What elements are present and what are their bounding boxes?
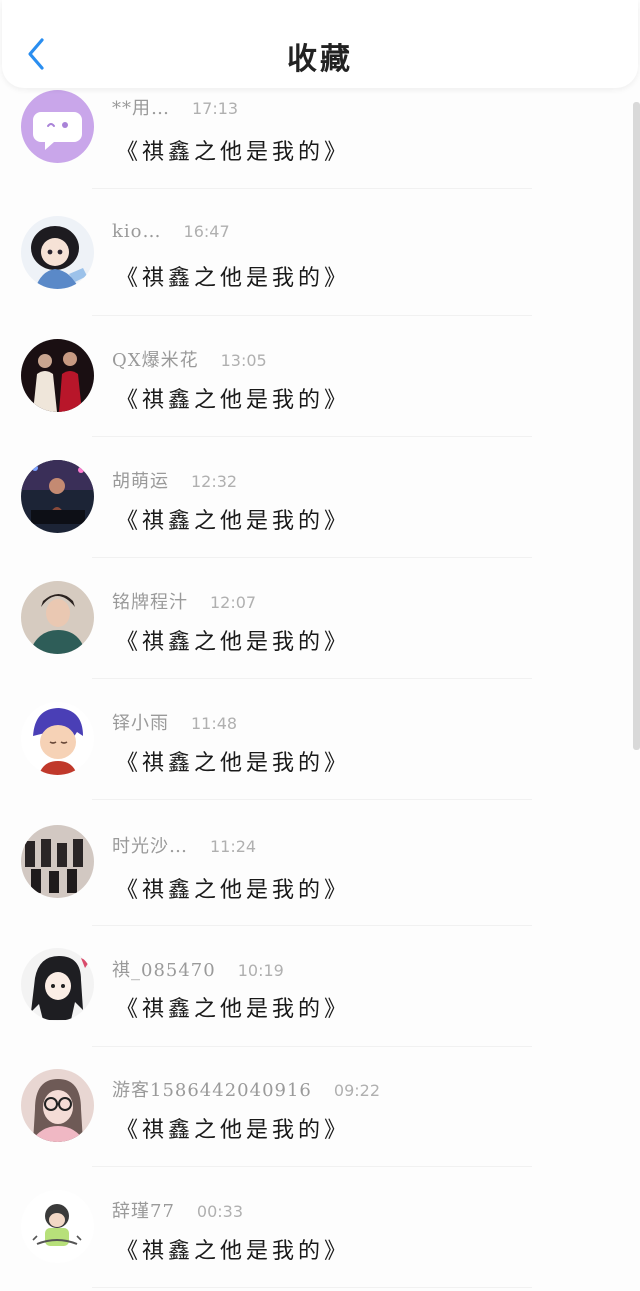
- timestamp: 12:32: [191, 472, 238, 491]
- username[interactable]: 铎小雨: [112, 713, 169, 734]
- cartoon-boy-avatar[interactable]: [21, 702, 94, 775]
- portrait-avatar[interactable]: [21, 581, 94, 654]
- list-item[interactable]: 辞瑾77 00:33 《祺鑫之他是我的》: [0, 1187, 640, 1291]
- list-item[interactable]: 时光沙… 11:24 《祺鑫之他是我的》: [0, 820, 640, 940]
- item-content[interactable]: 《祺鑫之他是我的》: [116, 745, 350, 777]
- item-content[interactable]: 《祺鑫之他是我的》: [116, 624, 350, 656]
- divider: [92, 188, 532, 189]
- item-meta: **用… 17:13: [112, 94, 238, 120]
- scrollbar[interactable]: [633, 102, 640, 750]
- username[interactable]: 游客1586442040916: [112, 1080, 312, 1101]
- divider: [92, 1166, 532, 1167]
- item-meta: 游客1586442040916 09:22: [112, 1076, 380, 1102]
- item-content[interactable]: 《祺鑫之他是我的》: [116, 503, 350, 535]
- timestamp: 11:24: [210, 837, 257, 856]
- divider: [92, 1046, 532, 1047]
- item-content[interactable]: 《祺鑫之他是我的》: [116, 1233, 350, 1265]
- username[interactable]: 胡萌运: [112, 471, 169, 492]
- stage-duo-avatar[interactable]: [21, 339, 94, 412]
- item-meta: 胡萌运 12:32: [112, 467, 237, 493]
- sketch-girl-avatar[interactable]: [21, 948, 94, 1021]
- item-meta: 辞瑾77 00:33: [112, 1197, 243, 1223]
- divider: [92, 557, 532, 558]
- timestamp: 11:48: [191, 714, 238, 733]
- top-bar: 收藏: [2, 0, 638, 88]
- timestamp: 12:07: [210, 593, 257, 612]
- favorites-page: 收藏 **用… 17:13 《祺鑫之他是我的》 kio… 16:47 《祺鑫之他…: [0, 0, 640, 1291]
- item-meta: 祺_085470 10:19: [112, 956, 284, 982]
- divider: [92, 678, 532, 679]
- divider: [92, 799, 532, 800]
- username[interactable]: **用…: [112, 98, 170, 119]
- username[interactable]: 祺_085470: [112, 960, 216, 981]
- item-content[interactable]: 《祺鑫之他是我的》: [116, 1112, 350, 1144]
- divider: [92, 1287, 532, 1288]
- glasses-girl-avatar[interactable]: [21, 1069, 94, 1142]
- username[interactable]: QX爆米花: [112, 350, 199, 371]
- username[interactable]: 铭牌程汁: [112, 592, 188, 613]
- item-meta: 铎小雨 11:48: [112, 709, 237, 735]
- list-item[interactable]: **用… 17:13 《祺鑫之他是我的》: [0, 88, 640, 208]
- anime-girl-avatar[interactable]: [21, 216, 94, 289]
- list-item[interactable]: 铭牌程汁 12:07 《祺鑫之他是我的》: [0, 578, 640, 698]
- chat-bubble-avatar[interactable]: [21, 90, 94, 163]
- item-content[interactable]: 《祺鑫之他是我的》: [116, 260, 350, 292]
- timestamp: 17:13: [192, 99, 239, 118]
- list-item[interactable]: kio… 16:47 《祺鑫之他是我的》: [0, 208, 640, 328]
- divider: [92, 436, 532, 437]
- item-content[interactable]: 《祺鑫之他是我的》: [116, 382, 350, 414]
- item-meta: QX爆米花 13:05: [112, 346, 267, 372]
- timestamp: 00:33: [196, 1202, 244, 1221]
- list-item[interactable]: QX爆米花 13:05 《祺鑫之他是我的》: [0, 336, 640, 456]
- item-content[interactable]: 《祺鑫之他是我的》: [116, 991, 350, 1023]
- divider: [92, 315, 532, 316]
- list-item[interactable]: 铎小雨 11:48 《祺鑫之他是我的》: [0, 699, 640, 819]
- username[interactable]: 辞瑾77: [112, 1201, 175, 1222]
- page-title: 收藏: [287, 42, 353, 77]
- list-item[interactable]: 游客1586442040916 09:22 《祺鑫之他是我的》: [0, 1066, 640, 1186]
- timestamp: 16:47: [183, 222, 230, 241]
- item-content[interactable]: 《祺鑫之他是我的》: [116, 872, 350, 904]
- timestamp: 13:05: [220, 351, 267, 370]
- concert-avatar[interactable]: [21, 460, 94, 533]
- timestamp: 09:22: [333, 1081, 380, 1100]
- divider: [92, 925, 532, 926]
- item-meta: kio… 16:47: [112, 221, 230, 242]
- group-dance-avatar[interactable]: [21, 825, 94, 898]
- chibi-avatar[interactable]: [21, 1190, 94, 1263]
- list-item[interactable]: 祺_085470 10:19 《祺鑫之他是我的》: [0, 945, 640, 1065]
- list-item[interactable]: 胡萌运 12:32 《祺鑫之他是我的》: [0, 457, 640, 577]
- timestamp: 10:19: [237, 961, 284, 980]
- username[interactable]: kio…: [112, 221, 162, 242]
- item-content[interactable]: 《祺鑫之他是我的》: [116, 134, 350, 166]
- item-meta: 铭牌程汁 12:07: [112, 588, 256, 614]
- username[interactable]: 时光沙…: [112, 836, 188, 857]
- item-meta: 时光沙… 11:24: [112, 832, 256, 858]
